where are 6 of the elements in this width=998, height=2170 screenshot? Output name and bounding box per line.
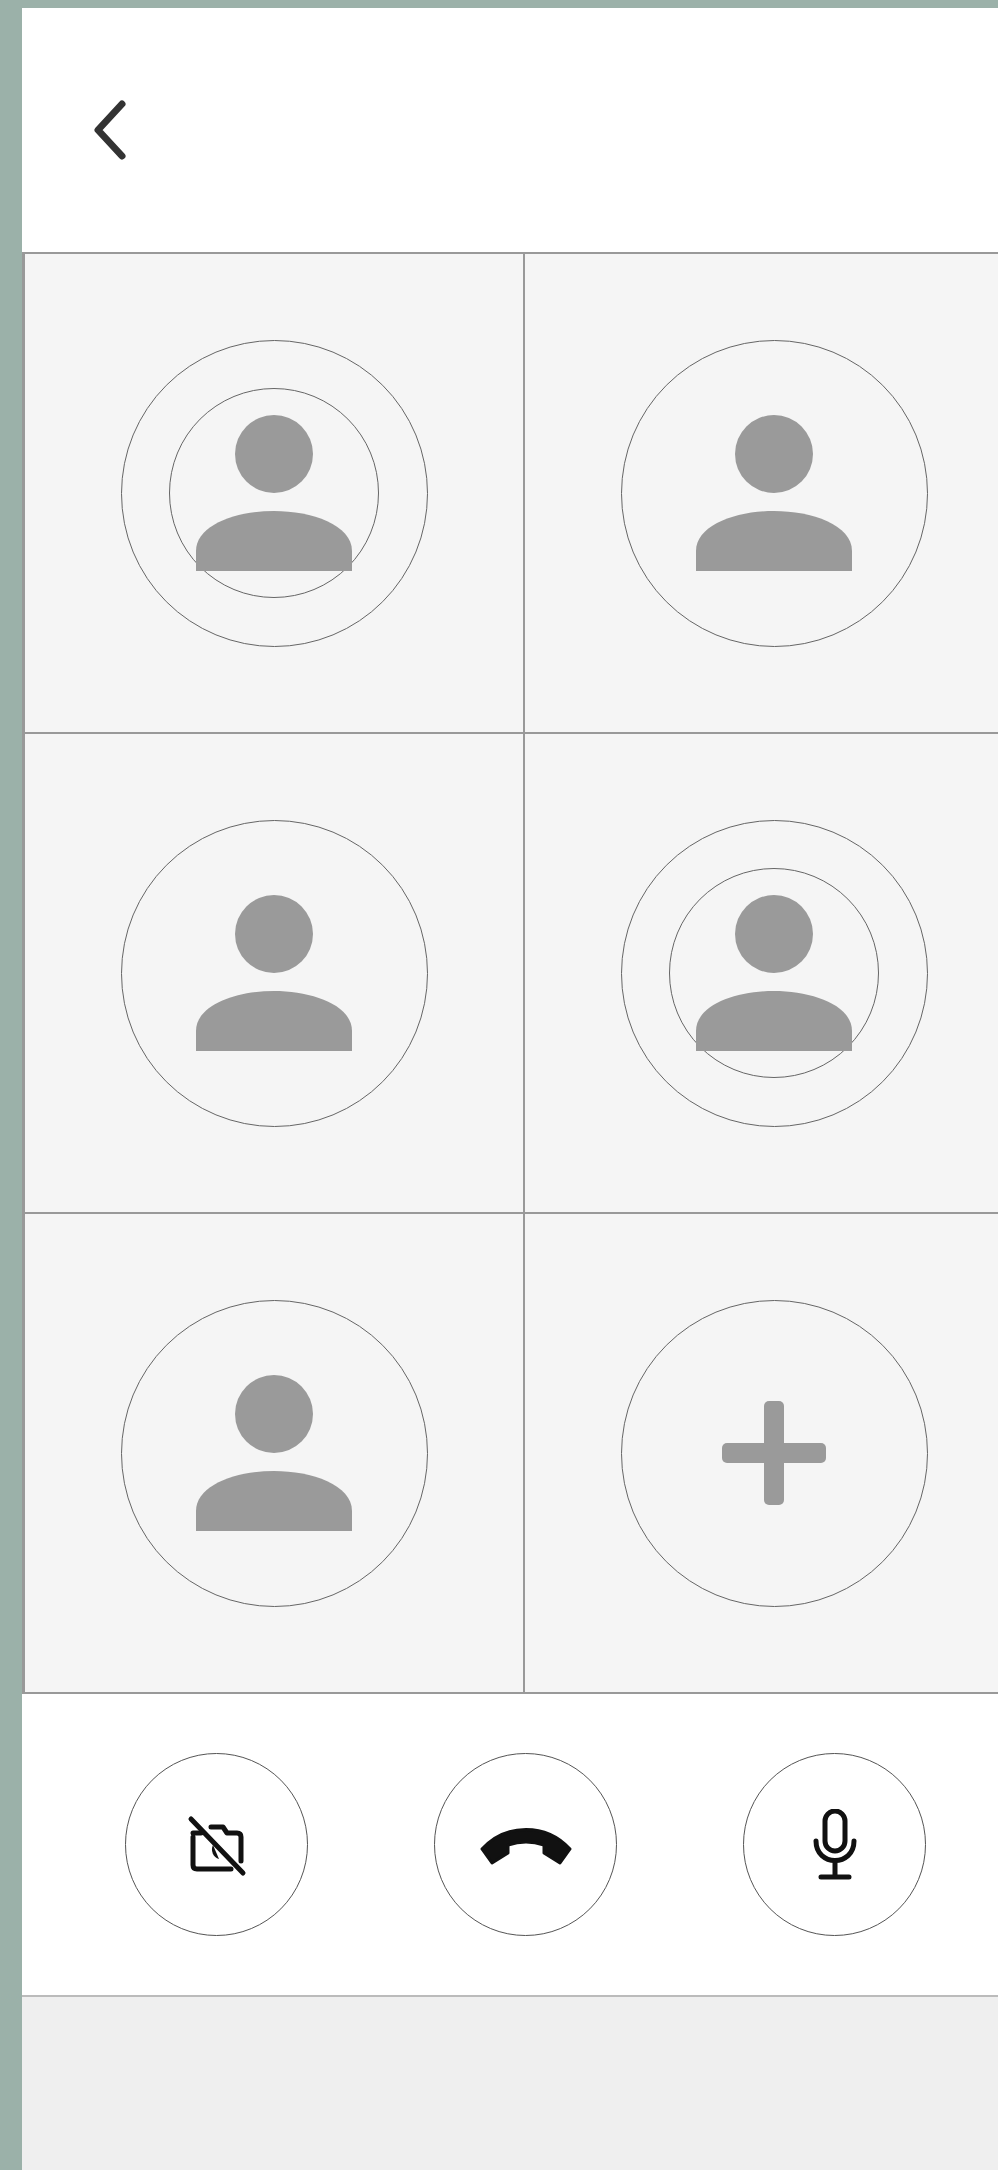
- person-icon: [196, 895, 352, 1051]
- person-icon: [196, 1375, 352, 1531]
- plus-icon: [722, 1401, 826, 1505]
- person-icon: [196, 415, 352, 571]
- person-icon: [696, 895, 852, 1051]
- person-icon: [696, 415, 852, 571]
